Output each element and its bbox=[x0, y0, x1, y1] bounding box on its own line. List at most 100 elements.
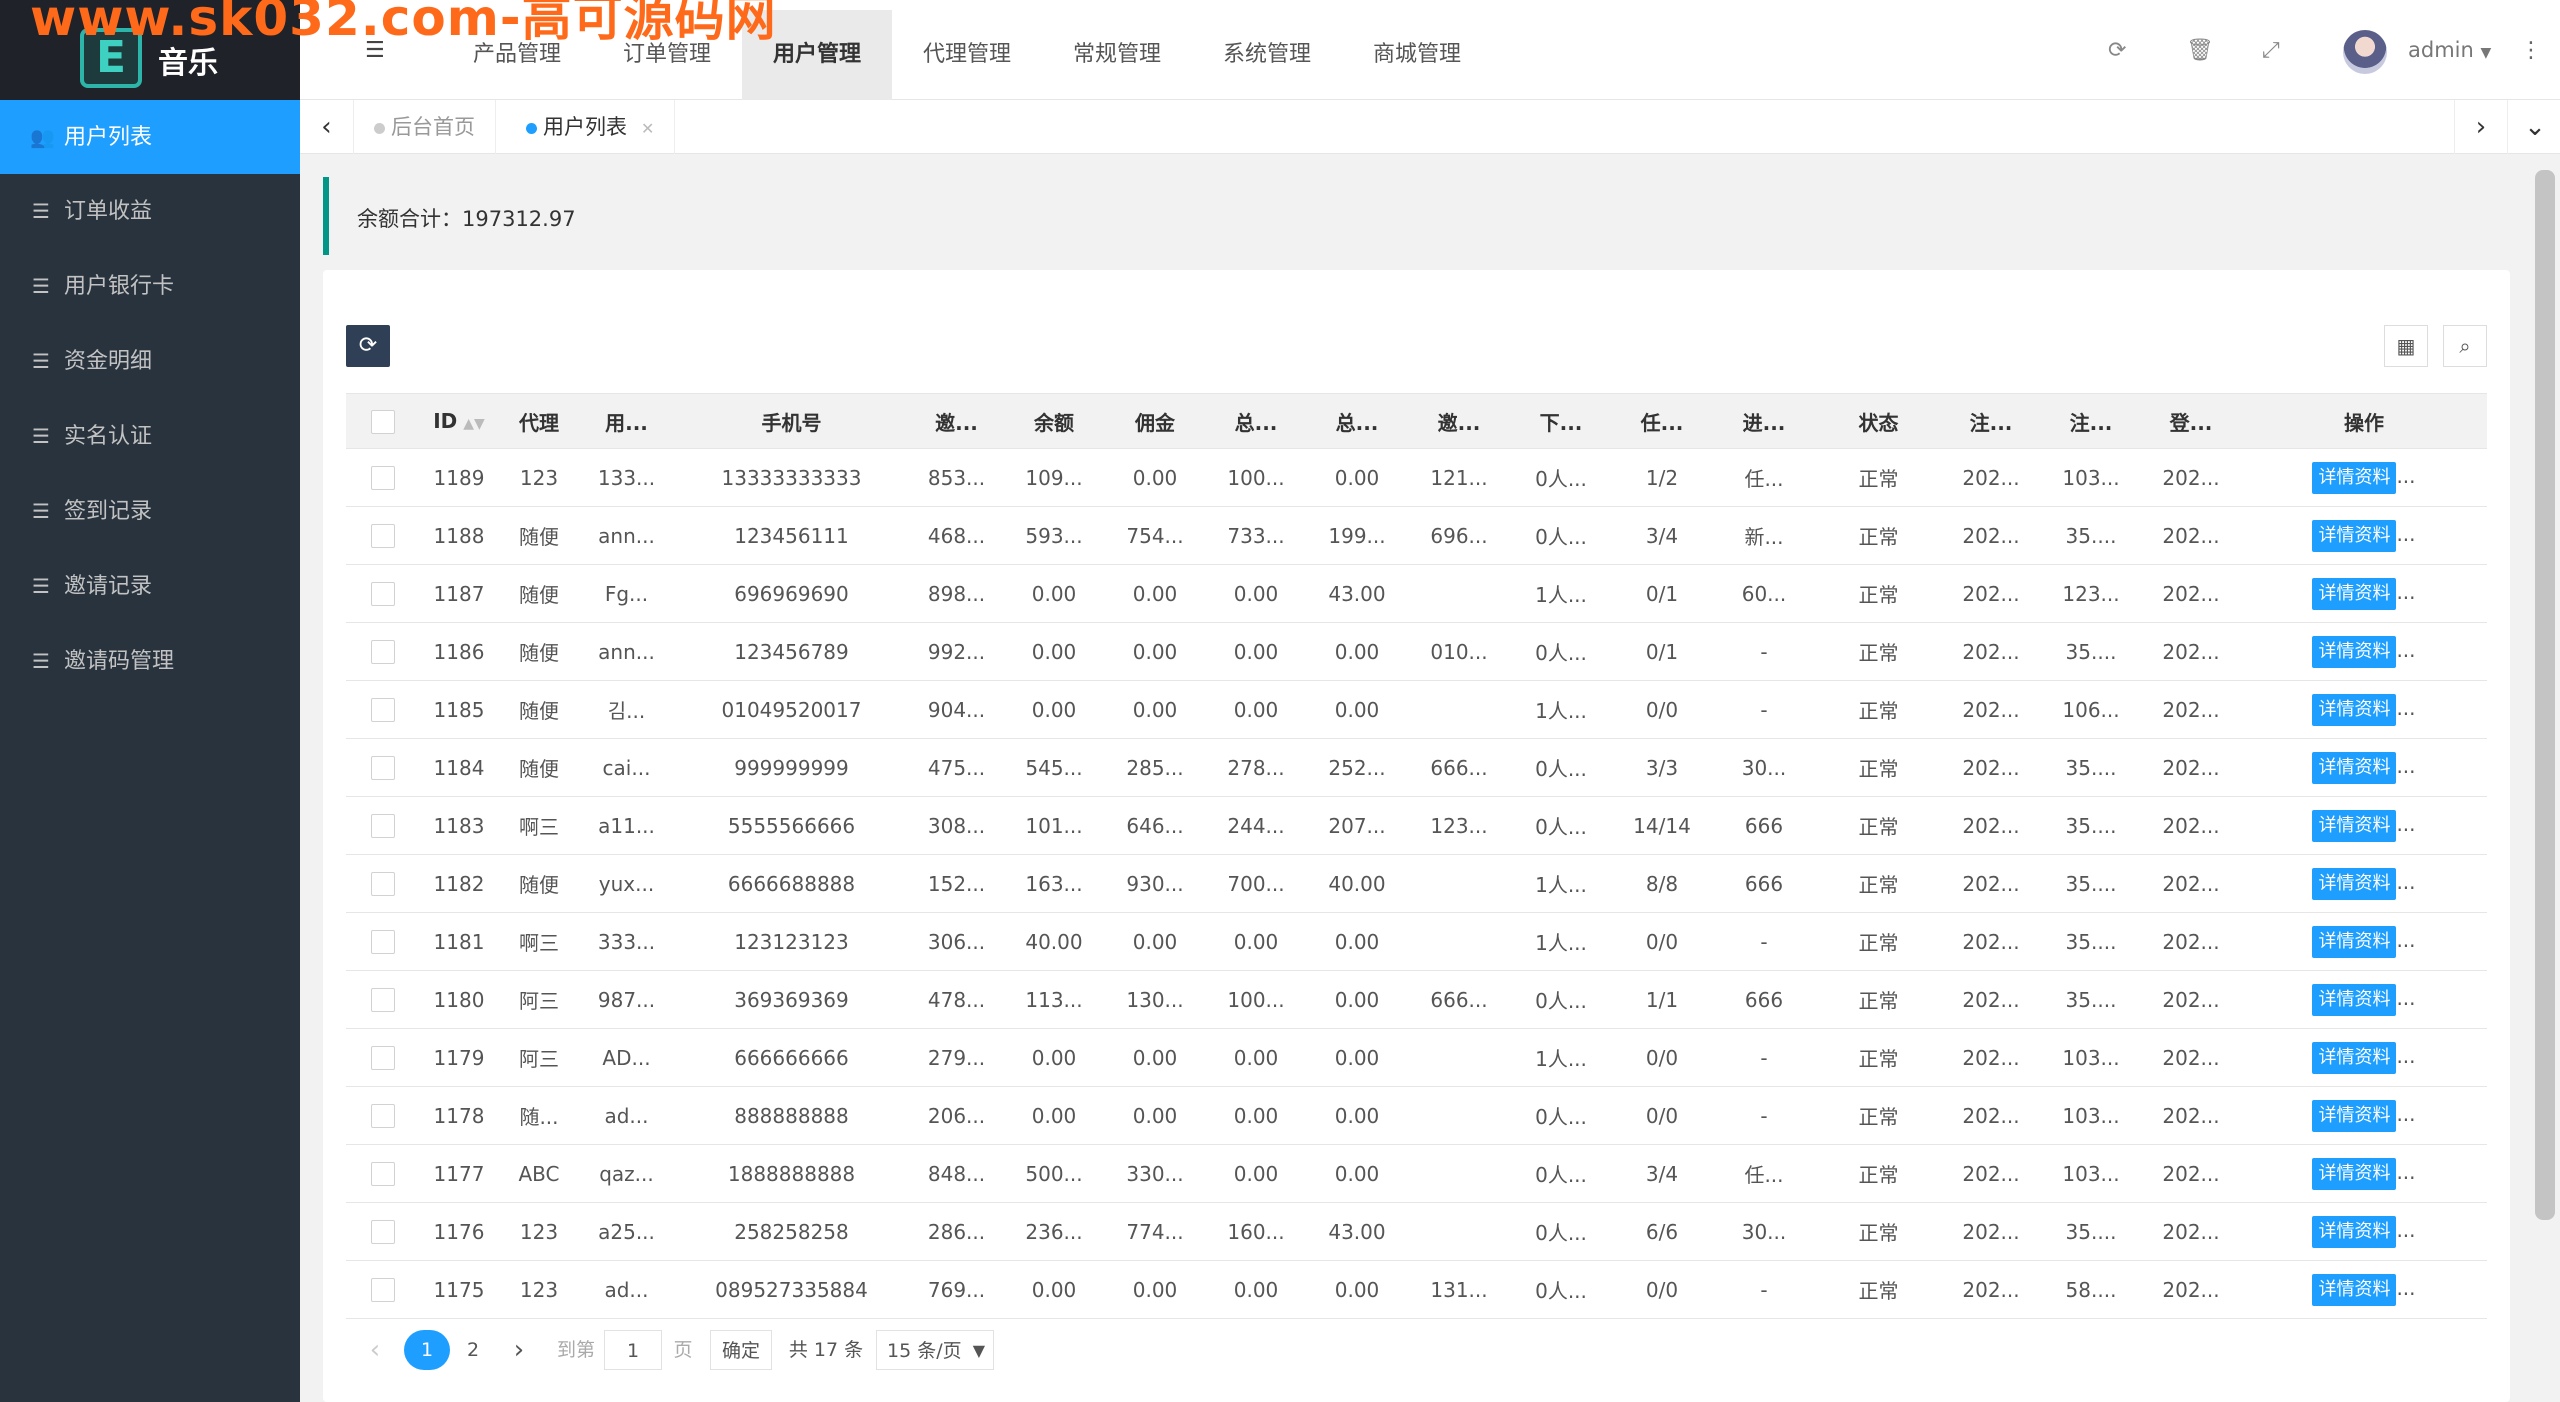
table-cell: 308... bbox=[909, 796, 1004, 855]
sidebar-item-fund-detail[interactable]: ☰ 资金明细 bbox=[0, 324, 300, 398]
nav-mall[interactable]: 商城管理 bbox=[1342, 10, 1492, 100]
page-2[interactable]: 2 bbox=[458, 1330, 488, 1370]
user-menu[interactable]: admin ▼ bbox=[2408, 38, 2491, 62]
sidebar-item-real-name[interactable]: ☰ 实名认证 bbox=[0, 399, 300, 473]
table-cell: 35.... bbox=[2041, 738, 2141, 797]
row-checkbox[interactable] bbox=[370, 1220, 395, 1245]
more-actions[interactable]: ... bbox=[2396, 522, 2415, 546]
tab-scroll-left-icon[interactable]: ‹ bbox=[300, 100, 354, 154]
refresh-icon[interactable]: ⟳ bbox=[2108, 38, 2126, 63]
more-actions[interactable]: ... bbox=[2396, 986, 2415, 1010]
next-page-icon[interactable]: › bbox=[506, 1330, 532, 1370]
sort-icon[interactable]: ▲▼ bbox=[463, 416, 485, 432]
sidebar-item-user-list[interactable]: 👥 用户列表 bbox=[0, 100, 300, 174]
more-actions[interactable]: ... bbox=[2396, 580, 2415, 604]
more-actions[interactable]: ... bbox=[2396, 1044, 2415, 1068]
column-header-label: 邀... bbox=[935, 410, 978, 435]
more-vertical-icon[interactable]: ⋮ bbox=[2520, 38, 2542, 63]
row-checkbox[interactable] bbox=[370, 814, 395, 839]
more-actions[interactable]: ... bbox=[2396, 1218, 2415, 1242]
detail-button[interactable]: 详情资料 bbox=[2312, 809, 2397, 842]
prev-page-icon[interactable]: ‹ bbox=[362, 1330, 388, 1370]
row-checkbox[interactable] bbox=[370, 1104, 395, 1129]
columns-filter-icon[interactable]: ▦ bbox=[2384, 325, 2428, 367]
table-cell: 202... bbox=[1941, 622, 2041, 681]
more-actions[interactable]: ... bbox=[2396, 1276, 2415, 1300]
row-checkbox[interactable] bbox=[370, 582, 395, 607]
search-icon[interactable]: ⌕ bbox=[2443, 325, 2487, 367]
close-icon[interactable]: ✕ bbox=[641, 119, 654, 138]
table-row: 1183 啊三 a11... 5555566666 308... 101... 646...… bbox=[346, 796, 2487, 855]
row-checkbox[interactable] bbox=[370, 1162, 395, 1187]
detail-button[interactable]: 详情资料 bbox=[2312, 1215, 2397, 1248]
sidebar-item-invite-record[interactable]: ☰ 邀请记录 bbox=[0, 549, 300, 623]
table-cell: 646... bbox=[1104, 796, 1206, 855]
tab-home[interactable]: 后台首页 bbox=[354, 100, 496, 154]
detail-button[interactable]: 详情资料 bbox=[2312, 983, 2397, 1016]
table-refresh-button[interactable]: ⟳ bbox=[346, 325, 390, 367]
sidebar-item-invite-code[interactable]: ☰ 邀请码管理 bbox=[0, 624, 300, 698]
row-checkbox[interactable] bbox=[370, 466, 395, 491]
trash-icon[interactable]: 🗑 bbox=[2186, 38, 2214, 63]
sidebar-item-checkin[interactable]: ☰ 签到记录 bbox=[0, 474, 300, 548]
nav-general[interactable]: 常规管理 bbox=[1042, 10, 1192, 100]
more-actions[interactable]: ... bbox=[2396, 754, 2415, 778]
users-icon: 👥 bbox=[30, 125, 55, 149]
row-checkbox[interactable] bbox=[370, 524, 395, 549]
avatar[interactable] bbox=[2343, 30, 2387, 74]
row-checkbox[interactable] bbox=[370, 1278, 395, 1303]
sidebar-item-bank-card[interactable]: ☰ 用户银行卡 bbox=[0, 249, 300, 323]
tab-user-list[interactable]: 用户列表 ✕ bbox=[506, 100, 676, 154]
confirm-button[interactable]: 确定 bbox=[710, 1330, 772, 1370]
select-all-checkbox[interactable] bbox=[370, 409, 395, 434]
nav-agent[interactable]: 代理管理 bbox=[892, 10, 1042, 100]
more-actions[interactable]: ... bbox=[2396, 1160, 2415, 1184]
detail-button[interactable]: 详情资料 bbox=[2312, 635, 2397, 668]
row-checkbox[interactable] bbox=[370, 640, 395, 665]
detail-button[interactable]: 详情资料 bbox=[2312, 519, 2397, 552]
more-actions[interactable]: ... bbox=[2396, 812, 2415, 836]
more-actions[interactable]: ... bbox=[2396, 928, 2415, 952]
row-checkbox-cell bbox=[346, 912, 419, 971]
more-actions[interactable]: ... bbox=[2396, 696, 2415, 720]
detail-button[interactable]: 详情资料 bbox=[2312, 867, 2397, 900]
row-checkbox[interactable] bbox=[370, 988, 395, 1013]
sidebar-item-order-income[interactable]: ☰ 订单收益 bbox=[0, 174, 300, 248]
detail-button[interactable]: 详情资料 bbox=[2312, 1273, 2397, 1306]
more-actions[interactable]: ... bbox=[2396, 464, 2415, 488]
tab-scroll-right-icon[interactable]: › bbox=[2454, 100, 2508, 154]
row-actions: 详情资料... bbox=[2241, 738, 2487, 797]
table-cell: 0人... bbox=[1510, 1144, 1612, 1203]
goto-page-input[interactable]: 1 bbox=[604, 1330, 662, 1370]
table-cell: 202... bbox=[1941, 448, 2041, 507]
per-page-select[interactable]: 15 条/页 ▼ bbox=[876, 1330, 994, 1370]
detail-button[interactable]: 详情资料 bbox=[2312, 693, 2397, 726]
chevron-down-icon[interactable]: ⌄ bbox=[2508, 100, 2560, 154]
scrollbar[interactable] bbox=[2535, 170, 2555, 1220]
table-cell: 202... bbox=[1941, 738, 2041, 797]
more-actions[interactable]: ... bbox=[2396, 870, 2415, 894]
detail-button[interactable]: 详情资料 bbox=[2312, 751, 2397, 784]
row-checkbox[interactable] bbox=[370, 872, 395, 897]
detail-button[interactable]: 详情资料 bbox=[2312, 1157, 2397, 1190]
page-1[interactable]: 1 bbox=[404, 1330, 450, 1370]
more-actions[interactable]: ... bbox=[2396, 638, 2415, 662]
more-actions[interactable]: ... bbox=[2396, 1102, 2415, 1126]
fullscreen-icon[interactable]: ⤢ bbox=[2262, 38, 2280, 63]
table-cell: 100... bbox=[1206, 448, 1306, 507]
detail-button[interactable]: 详情资料 bbox=[2312, 577, 2397, 610]
detail-button[interactable]: 详情资料 bbox=[2312, 1041, 2397, 1074]
nav-system[interactable]: 系统管理 bbox=[1192, 10, 1342, 100]
table-cell bbox=[1408, 854, 1510, 913]
column-header[interactable]: ID ▲▼ bbox=[419, 393, 499, 449]
row-checkbox[interactable] bbox=[370, 698, 395, 723]
select-all-checkbox-cell[interactable] bbox=[346, 393, 419, 449]
detail-button[interactable]: 详情资料 bbox=[2312, 925, 2397, 958]
row-checkbox[interactable] bbox=[370, 930, 395, 955]
row-checkbox[interactable] bbox=[370, 756, 395, 781]
table-cell: 正常 bbox=[1816, 448, 1941, 507]
detail-button[interactable]: 详情资料 bbox=[2312, 1099, 2397, 1132]
row-checkbox[interactable] bbox=[370, 1046, 395, 1071]
table-cell: 3/3 bbox=[1612, 738, 1712, 797]
detail-button[interactable]: 详情资料 bbox=[2312, 461, 2397, 494]
